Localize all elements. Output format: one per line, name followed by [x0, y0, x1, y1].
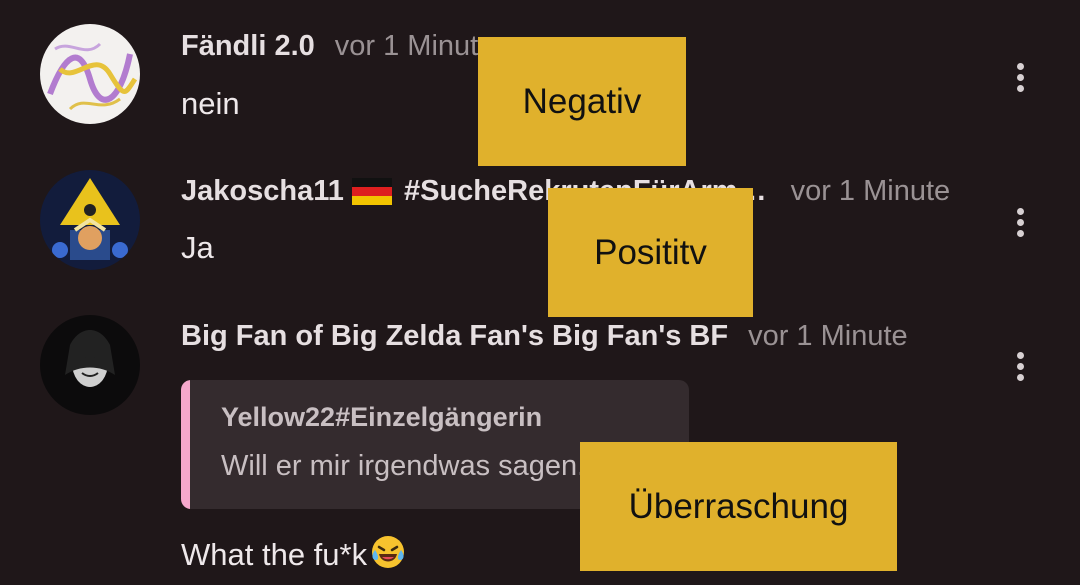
quote-text: Will er mir irgendwas sagen...?	[221, 450, 618, 482]
dot-icon	[1016, 229, 1024, 237]
germany-flag-icon	[351, 178, 392, 206]
comment-text: What the fu*k	[181, 533, 407, 573]
quote-accent-bar	[181, 380, 190, 509]
avatar[interactable]	[40, 315, 140, 415]
comment-header: Big Fan of Big Zelda Fan's Big Fan's BF …	[181, 316, 908, 356]
sentiment-label-negative: Negativ	[478, 37, 686, 166]
timestamp: vor 1 Minute	[790, 174, 951, 207]
dot-icon	[1016, 351, 1024, 359]
dot-icon	[1016, 207, 1024, 215]
timestamp: vor 1 Minute	[334, 29, 495, 62]
dot-icon	[1016, 218, 1024, 226]
anime-character-avatar-icon	[40, 170, 140, 270]
sentiment-label-positive: Posititv	[548, 188, 753, 317]
laughing-tears-emoji-icon	[372, 536, 405, 568]
dot-icon	[1016, 373, 1024, 381]
more-options-button[interactable]	[1004, 55, 1036, 99]
comment-text-content: What the fu*k	[181, 537, 368, 572]
username[interactable]: Fändli 2.0	[181, 30, 315, 63]
more-options-button[interactable]	[1004, 200, 1036, 244]
scribble-avatar-icon	[40, 24, 140, 124]
dot-icon	[1016, 84, 1024, 92]
comment-text: nein	[181, 86, 240, 121]
comment-text: Ja	[181, 230, 214, 265]
masked-face-avatar-icon	[40, 315, 140, 415]
dot-icon	[1016, 73, 1024, 81]
dot-icon	[1016, 62, 1024, 70]
avatar[interactable]	[40, 24, 140, 124]
username-text: Jakoscha11	[181, 174, 344, 207]
username[interactable]: Big Fan of Big Zelda Fan's Big Fan's BF	[181, 320, 728, 353]
comment-header: Fändli 2.0 vor 1 Minute	[181, 26, 494, 66]
more-options-button[interactable]	[1004, 344, 1036, 388]
dot-icon	[1016, 362, 1024, 370]
avatar[interactable]	[40, 170, 140, 270]
quote-author: Yellow22#Einzelgängerin	[221, 402, 543, 432]
timestamp: vor 1 Minute	[748, 319, 908, 352]
sentiment-label-surprise: Überraschung	[580, 442, 897, 571]
